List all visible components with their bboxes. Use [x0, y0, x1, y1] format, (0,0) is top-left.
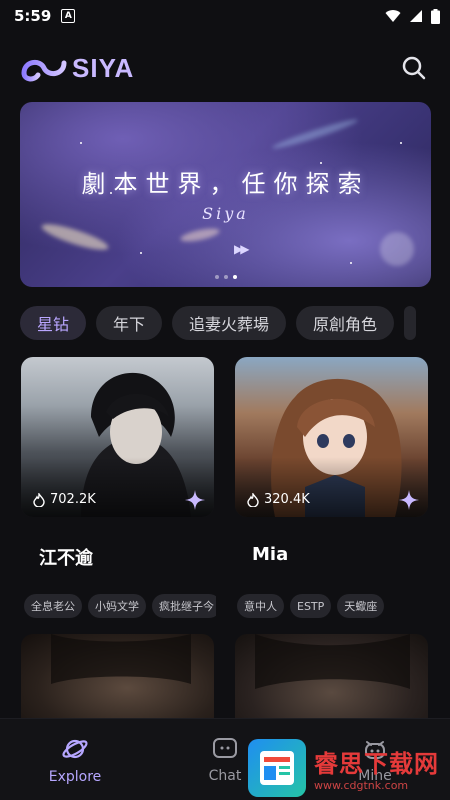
character-tag: 小妈文学 [88, 594, 146, 618]
banner-light-streak [39, 219, 111, 255]
nav-explore-label: Explore [48, 768, 102, 785]
banner-subtitle: Siya [202, 204, 249, 223]
character-tag: 疯批继子今 [152, 594, 216, 618]
character-tags: 全息老公 小妈文学 疯批继子今 [24, 594, 216, 618]
character-card[interactable]: 320.4K [235, 357, 428, 517]
siya-logo-icon [21, 59, 67, 82]
page-dot-active [232, 275, 237, 279]
cell-signal-icon [410, 10, 422, 22]
banner-play-icon: ▶▶ [234, 242, 250, 256]
chat-icon [213, 737, 237, 758]
nav-explore[interactable]: Explore [0, 719, 150, 800]
banner-star [400, 142, 402, 144]
tab-more[interactable] [404, 306, 417, 340]
watermark-url: www.cdgtnk.com [314, 779, 409, 792]
tab-original-character[interactable]: 原創角色 [296, 306, 395, 340]
character-tags: 意中人 ESTP 天蠍座 [237, 594, 437, 618]
watermark-title: 睿思下载网 [314, 750, 439, 778]
flame-icon [247, 492, 259, 507]
page-dot [223, 275, 228, 279]
character-tag: 全息老公 [24, 594, 82, 618]
notification-a-icon: A [61, 9, 76, 23]
flame-icon [33, 492, 45, 507]
planet-icon [62, 739, 88, 758]
search-button[interactable] [398, 52, 430, 84]
nav-chat-label: Chat [208, 767, 242, 784]
sparkle-icon[interactable] [184, 489, 206, 511]
watermark-logo-icon [248, 739, 306, 797]
like-count: 320.4K [247, 492, 310, 507]
character-tag: 天蠍座 [337, 594, 385, 618]
banner-title: 劇本世界，任你探索 [81, 170, 370, 198]
tab-chase-wife[interactable]: 追妻火葬場 [172, 306, 287, 340]
character-card[interactable] [235, 634, 428, 724]
banner-star [80, 142, 82, 144]
banner-light-streak [179, 225, 221, 245]
character-tag: ESTP [290, 594, 332, 618]
banner-light-streak [270, 116, 360, 152]
banner-glow [380, 232, 414, 266]
sparkle-icon[interactable] [398, 489, 420, 511]
character-card[interactable]: 702.2K [21, 357, 214, 517]
app-header: SIYA [20, 48, 430, 88]
tab-younger[interactable]: 年下 [96, 306, 163, 340]
character-card[interactable] [21, 634, 214, 724]
category-tabs: 星钻 年下 追妻火葬場 原創角色 [20, 306, 450, 340]
banner-star [350, 262, 352, 264]
status-icons [385, 8, 440, 24]
character-name[interactable]: 江不逾 [39, 544, 93, 570]
character-portrait-image [51, 634, 191, 684]
status-bar: 5:59 A [0, 0, 450, 32]
promo-banner[interactable]: 劇本世界，任你探索 Siya ▶▶ [20, 102, 431, 287]
character-tag: 意中人 [237, 594, 284, 618]
like-count: 702.2K [33, 492, 96, 507]
search-icon [402, 56, 426, 80]
app-logo: SIYA [20, 53, 134, 84]
status-time: 5:59 [14, 7, 52, 25]
watermark-text: 睿思下载网 www.cdgtnk.com [314, 744, 439, 792]
character-name[interactable]: Mia [252, 544, 288, 565]
character-portrait-image [255, 634, 410, 689]
banner-star [140, 252, 142, 254]
tab-star-diamond[interactable]: 星钻 [20, 306, 87, 340]
page-dot [214, 275, 219, 279]
app-name: SIYA [72, 52, 135, 83]
like-count-value: 702.2K [50, 492, 96, 507]
battery-icon [431, 8, 440, 24]
like-count-value: 320.4K [264, 492, 310, 507]
wifi-icon [385, 10, 401, 22]
banner-page-indicator [20, 275, 431, 279]
watermark: 睿思下载网 www.cdgtnk.com [248, 738, 448, 798]
